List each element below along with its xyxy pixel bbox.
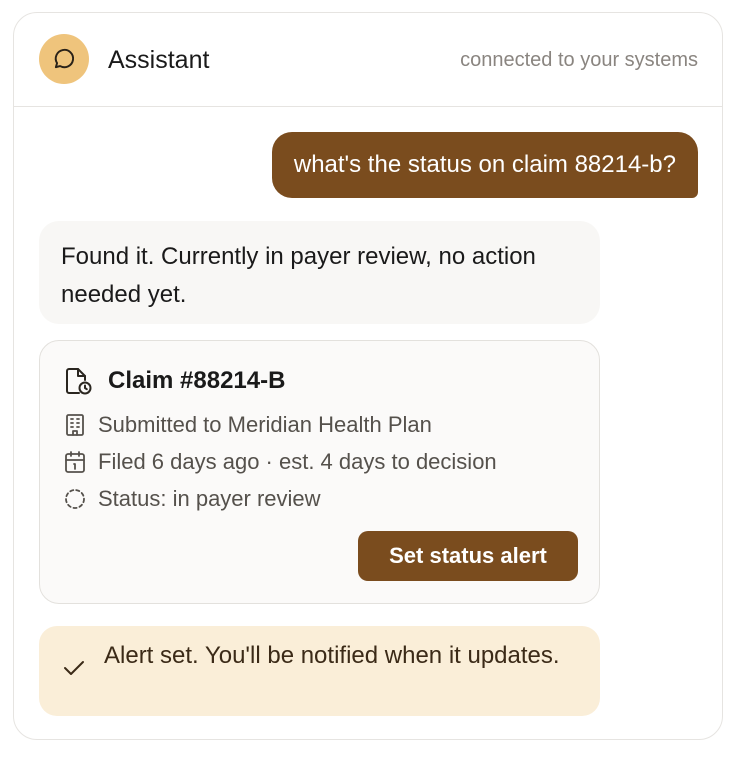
claim-detail-text: Filed 6 days ago · est. 4 days to decisi… (98, 449, 497, 474)
building-icon (64, 413, 86, 437)
check-icon (63, 659, 85, 677)
assistant-avatar (39, 34, 89, 84)
alert-confirmation-text: Alert set. You'll be notified when it up… (104, 642, 560, 669)
set-status-alert-button[interactable]: Set status alert (358, 531, 578, 581)
dashed-circle-icon (64, 487, 86, 511)
calendar-icon (64, 450, 86, 474)
document-clock-icon (64, 366, 92, 396)
claim-detail-text: Submitted to Meridian Health Plan (98, 412, 432, 437)
claim-card: Claim #88214-B Submitted to Meridian Hea… (39, 340, 600, 604)
assistant-title: Assistant (108, 46, 210, 74)
claim-detail-text: Status: in payer review (98, 486, 321, 511)
claim-title-row: Claim #88214-B (64, 366, 285, 396)
alert-confirmation-banner: Alert set. You'll be notified when it up… (39, 626, 600, 716)
assistant-message: Found it. Currently in payer review, no … (39, 221, 600, 324)
connection-status: connected to your systems (460, 49, 698, 71)
claim-title: Claim #88214-B (108, 367, 286, 394)
chat-header: Assistant connected to your systems (14, 13, 722, 107)
user-message: what's the status on claim 88214-b? (271, 132, 698, 198)
chat-bubble-icon (51, 46, 77, 72)
claim-filed-row: Filed 6 days ago · est. 4 days to decisi… (64, 448, 497, 476)
chat-panel: Assistant connected to your systems what… (13, 12, 723, 740)
claim-status-row: Status: in payer review (64, 485, 321, 513)
claim-payer-row: Submitted to Meridian Health Plan (64, 411, 432, 439)
